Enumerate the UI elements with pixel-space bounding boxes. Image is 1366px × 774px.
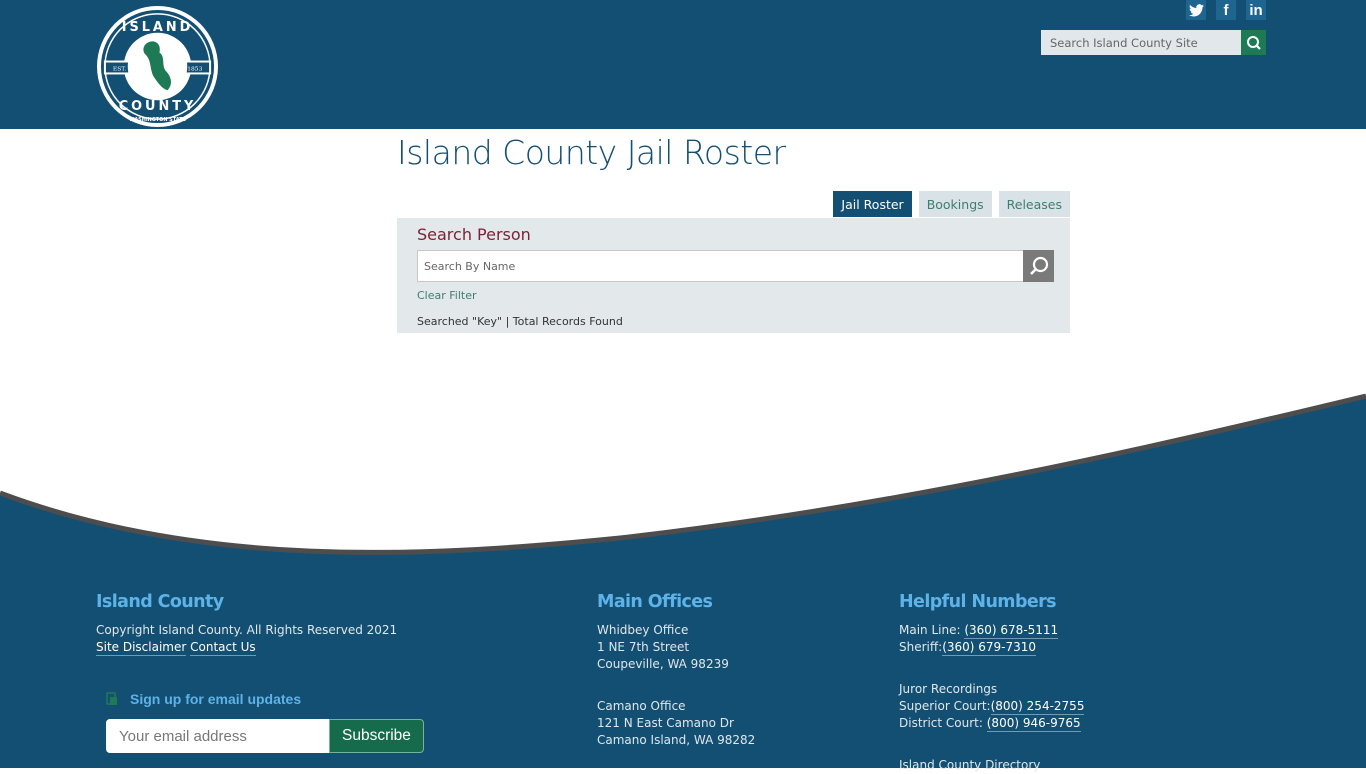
- tab-releases[interactable]: Releases: [998, 191, 1070, 217]
- sheriff-phone[interactable]: (360) 679-7310: [942, 640, 1037, 656]
- copyright-text: Copyright Island County. All Rights Rese…: [96, 623, 398, 637]
- main-line-label: Main Line:: [899, 623, 965, 637]
- email-form: Subscribe: [106, 719, 424, 753]
- footer-about: Island County Copyright Island County. A…: [96, 592, 397, 656]
- camano-office-street: 121 N East Camano Dr: [597, 716, 734, 730]
- footer-offices-heading: Main Offices: [597, 592, 713, 612]
- roster-tabs: Jail Roster Bookings Releases: [833, 191, 1070, 217]
- linkedin-icon[interactable]: in: [1246, 0, 1266, 20]
- footer-about-heading: Island County: [96, 592, 224, 612]
- district-court-label: District Court:: [899, 716, 987, 730]
- footer-wave: [0, 393, 1366, 570]
- contact-us-link[interactable]: Contact Us: [190, 640, 256, 656]
- district-court-phone[interactable]: (800) 946-9765: [986, 716, 1081, 732]
- logo-est-label: EST.: [113, 65, 126, 72]
- camano-office-name: Camano Office: [597, 699, 686, 713]
- clear-filter-link[interactable]: Clear Filter: [417, 289, 477, 302]
- site-disclaimer-link[interactable]: Site Disclaimer: [96, 640, 187, 656]
- county-directory-link[interactable]: Island County Directory: [899, 757, 1084, 774]
- facebook-icon[interactable]: f: [1216, 0, 1236, 20]
- site-footer: Island County Copyright Island County. A…: [0, 555, 1366, 772]
- name-search-button[interactable]: [1023, 250, 1054, 282]
- footer-numbers-heading: Helpful Numbers: [899, 592, 1057, 612]
- logo-top-text: ISLAND: [122, 20, 194, 35]
- whidbey-office-name: Whidbey Office: [597, 623, 689, 637]
- main-line-phone[interactable]: (360) 678-5111: [964, 623, 1059, 639]
- tab-bookings[interactable]: Bookings: [918, 191, 992, 217]
- logo-state-text: WASHINGTON STATE: [129, 117, 186, 123]
- juror-recordings-heading: Juror Recordings: [899, 682, 998, 696]
- subscribe-button[interactable]: Subscribe: [329, 719, 424, 753]
- superior-court-label: Superior Court:: [899, 699, 991, 713]
- logo-est-year: 1853: [187, 65, 202, 72]
- search-summary: Searched "Key" | Total Records Found: [417, 315, 623, 328]
- site-header: EST. 1853 ISLAND COUNTY WASHINGTON STATE…: [0, 0, 1366, 129]
- search-person-panel: Search Person Clear Filter Searched "Key…: [397, 218, 1070, 333]
- site-search-input[interactable]: [1041, 30, 1241, 55]
- search-person-title: Search Person: [417, 225, 531, 244]
- email-signup: Sign up for email updates: [106, 691, 301, 707]
- email-input[interactable]: [106, 719, 329, 753]
- footer-offices: Main Offices Whidbey Office 1 NE 7th Str…: [597, 592, 755, 749]
- footer-numbers: Helpful Numbers Main Line: (360) 678-511…: [899, 592, 1085, 774]
- camano-office-city: Camano Island, WA 98282: [597, 733, 756, 747]
- twitter-icon[interactable]: [1186, 0, 1206, 20]
- page-title: Island County Jail Roster: [397, 133, 786, 172]
- whidbey-office-street: 1 NE 7th Street: [597, 640, 690, 654]
- newsletter-icon: [106, 692, 117, 705]
- tab-jail-roster[interactable]: Jail Roster: [833, 191, 912, 217]
- sheriff-label: Sheriff:: [899, 640, 943, 654]
- search-icon: [1246, 35, 1261, 50]
- name-search: [417, 250, 1054, 282]
- whidbey-office-city: Coupeville, WA 98239: [597, 657, 729, 671]
- site-search: [1041, 30, 1266, 55]
- superior-court-phone[interactable]: (800) 254-2755: [990, 699, 1085, 715]
- name-search-input[interactable]: [417, 250, 1023, 282]
- search-icon: [1029, 256, 1048, 275]
- site-search-button[interactable]: [1241, 30, 1266, 55]
- email-signup-label: Sign up for email updates: [130, 691, 302, 707]
- island-county-logo[interactable]: EST. 1853 ISLAND COUNTY WASHINGTON STATE: [96, 5, 219, 128]
- social-links: f in: [1186, 0, 1266, 20]
- logo-bottom-text: COUNTY: [119, 99, 197, 114]
